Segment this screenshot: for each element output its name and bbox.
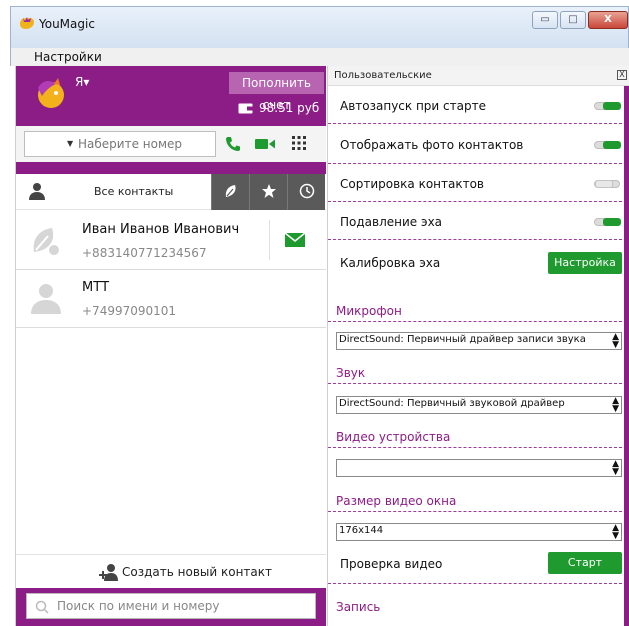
setting-label: Подавление эха: [340, 215, 443, 229]
contact-avatar-icon: [31, 284, 61, 314]
contact-tabs: Все контакты: [16, 174, 326, 210]
leaf-icon: [225, 185, 236, 197]
contact-row[interactable]: МТТ +74997090101: [16, 270, 326, 328]
setting-echo-suppression: Подавление эха: [328, 202, 622, 240]
close-button[interactable]: X: [588, 11, 628, 29]
select-arrows-icon: ▲ ▼: [612, 396, 619, 414]
section-sound: Звук: [328, 356, 622, 384]
menu-settings[interactable]: Настройки: [34, 50, 102, 64]
search-bar: Поиск по имени и номеру: [16, 588, 326, 626]
topup-button[interactable]: Пополнить счет: [229, 72, 324, 112]
sound-select[interactable]: DirectSound: Первичный звуковой драйвер …: [336, 396, 622, 414]
clock-icon: [299, 183, 315, 199]
contacts-panel: Я▾ Пополнить счет 98.51 руб ▼ Наберите н…: [15, 66, 326, 626]
tab-favorites[interactable]: [249, 174, 287, 210]
sort-contacts-toggle[interactable]: [594, 180, 620, 188]
microphone-select[interactable]: DirectSound: Первичный драйвер записи зв…: [336, 332, 622, 350]
setting-autostart: Автозапуск при старте: [328, 86, 622, 124]
youmagic-logo-icon: [20, 17, 34, 29]
maximize-button[interactable]: □: [560, 11, 586, 29]
dial-number-input[interactable]: ▼ Наберите номер: [24, 131, 216, 157]
section-video-size: Размер видео окна: [328, 484, 622, 512]
echo-suppression-toggle[interactable]: [594, 218, 621, 226]
create-contact-button[interactable]: Создать новый контакт: [16, 554, 326, 588]
me-menu[interactable]: Я▾: [75, 75, 89, 89]
setting-label: Калибровка эха: [340, 256, 441, 270]
setting-label: Отображать фото контактов: [340, 138, 524, 152]
minimize-button[interactable]: ▭: [532, 11, 558, 29]
section-recording: Запись: [328, 584, 622, 626]
dial-placeholder: Наберите номер: [78, 137, 183, 151]
window-titlebar: YouMagic ▭ □ X: [10, 6, 629, 48]
add-contact-icon: [99, 564, 118, 581]
menubar: Настройки: [10, 48, 629, 66]
account-header: Я▾ Пополнить счет 98.51 руб: [16, 66, 326, 126]
setting-show-photos: Отображать фото контактов: [328, 124, 622, 164]
select-arrows-icon: ▲ ▼: [612, 332, 619, 350]
dialpad-icon[interactable]: [291, 135, 307, 151]
section-label: Размер видео окна: [336, 494, 457, 508]
settings-close-icon[interactable]: X: [617, 70, 627, 80]
balance-amount: 98.51 руб: [259, 101, 320, 115]
contact-phone: +74997090101: [82, 304, 177, 318]
video-device-select[interactable]: ▲ ▼: [336, 459, 622, 477]
settings-scrollbar[interactable]: [624, 86, 629, 626]
setting-label: Автозапуск при старте: [340, 99, 486, 113]
section-label: Микрофон: [336, 304, 402, 318]
phone-icon[interactable]: [224, 135, 242, 153]
tab-history[interactable]: [287, 174, 325, 210]
echo-calibration-button[interactable]: Настройка: [548, 252, 622, 274]
contact-name: Иван Иванов Иванович: [82, 222, 240, 237]
section-label: Запись: [336, 600, 381, 614]
contact-avatar-icon: [33, 228, 59, 255]
contact-row[interactable]: Иван Иванов Иванович +883140771234567: [16, 212, 326, 270]
search-placeholder: Поиск по имени и номеру: [57, 599, 220, 613]
show-photos-toggle[interactable]: [594, 141, 621, 149]
select-arrows-icon: ▲ ▼: [612, 459, 619, 477]
wallet-icon: [238, 103, 253, 114]
select-value: DirectSound: Первичный драйвер записи зв…: [339, 334, 586, 345]
settings-panel: Пользовательские X Автозапуск при старте…: [327, 66, 629, 626]
divider-bar: [16, 162, 326, 174]
video-icon[interactable]: [254, 137, 276, 151]
settings-title: Пользовательские: [334, 70, 432, 81]
section-video-devices: Видео устройства: [328, 420, 622, 448]
avatar-icon[interactable]: [34, 76, 68, 110]
contact-phone: +883140771234567: [82, 246, 207, 260]
setting-label: Проверка видео: [340, 557, 443, 571]
tab-youmagic-contacts[interactable]: [211, 174, 249, 210]
setting-video-check: Проверка видео Старт: [328, 544, 622, 584]
search-icon: [35, 600, 49, 614]
dial-dropdown-arrow[interactable]: ▼: [67, 139, 73, 148]
section-label: Видео устройства: [336, 430, 451, 444]
section-label: Звук: [336, 366, 366, 380]
autostart-toggle[interactable]: [594, 102, 621, 110]
person-icon[interactable]: [28, 182, 46, 200]
tab-all-contacts[interactable]: Все контакты: [94, 185, 173, 198]
contact-name: МТТ: [82, 280, 110, 295]
select-value: 176x144: [339, 525, 384, 536]
select-arrows-icon: ▲ ▼: [612, 523, 619, 541]
window-controls: ▭ □ X: [532, 11, 628, 29]
mail-icon[interactable]: [284, 232, 306, 248]
star-icon: [262, 184, 276, 198]
setting-sort-contacts: Сортировка контактов: [328, 164, 622, 202]
setting-label: Сортировка контактов: [340, 177, 485, 191]
settings-header: Пользовательские X: [328, 66, 629, 86]
video-start-button[interactable]: Старт: [548, 552, 622, 574]
setting-echo-calibration: Калибровка эха Настройка: [328, 240, 622, 286]
search-input[interactable]: Поиск по имени и номеру: [26, 593, 316, 619]
section-microphone: Микрофон: [328, 288, 622, 322]
video-size-select[interactable]: 176x144 ▲ ▼: [336, 523, 622, 541]
select-value: DirectSound: Первичный звуковой драйвер: [339, 398, 565, 409]
create-contact-label: Создать новый контакт: [122, 565, 272, 579]
window-title: YouMagic: [39, 17, 95, 31]
contact-separator: [269, 220, 270, 260]
